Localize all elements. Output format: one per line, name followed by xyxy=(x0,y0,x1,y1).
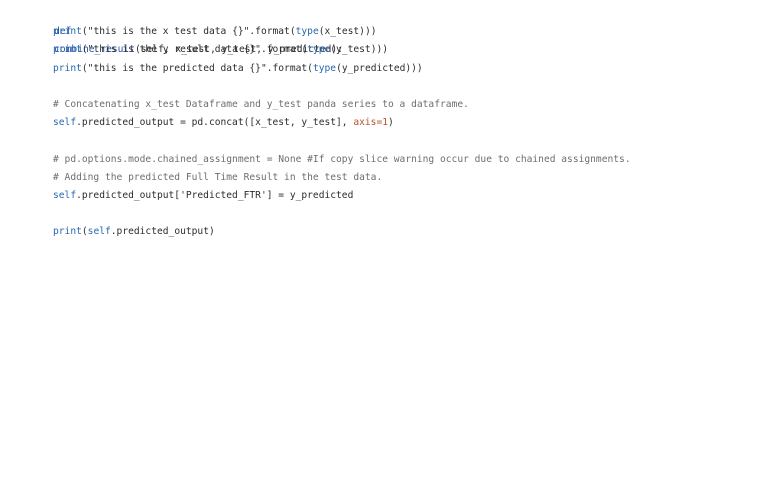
code-editor[interactable]: def combine_result(self, x_test, y_test,… xyxy=(0,0,768,480)
code-line-7[interactable]: self.predicted_output = pd.concat([x_tes… xyxy=(0,114,768,132)
code-line-2[interactable]: print("this is the x test data {}".forma… xyxy=(0,23,768,41)
code-line-11[interactable]: self.predicted_output['Predicted_FTR'] =… xyxy=(0,187,768,205)
code-line-4[interactable]: print("this is the predicted data {}".fo… xyxy=(0,60,768,78)
print-builtin: print xyxy=(53,26,82,38)
code-line-10[interactable]: # Adding the predicted Full Time Result … xyxy=(0,169,768,187)
print-builtin: print xyxy=(53,226,82,238)
self-keyword: self xyxy=(53,189,77,201)
call-args: (x_test))) xyxy=(318,26,377,38)
comment: # pd.options.mode.chained_assignment = N… xyxy=(53,153,631,165)
format-call: .format( xyxy=(260,44,308,56)
code-line-6[interactable]: # Concatenating x_test Dataframe and y_t… xyxy=(0,96,768,114)
code-line-13[interactable]: print(self.predicted_output) xyxy=(0,223,768,241)
call-args: (y_test))) xyxy=(330,44,389,56)
comment: # Concatenating x_test Dataframe and y_t… xyxy=(53,98,469,110)
format-call: .format( xyxy=(249,26,296,38)
type-builtin: type xyxy=(312,62,337,74)
call-args: (y_predicted))) xyxy=(336,62,423,74)
axis-kwarg: axis xyxy=(353,117,377,129)
string-literal: "this is the y result data {}" xyxy=(87,44,261,56)
code-line-12-blank[interactable] xyxy=(0,205,768,223)
type-builtin: type xyxy=(295,26,319,38)
type-builtin: type xyxy=(307,44,331,56)
code-line-8-blank[interactable] xyxy=(0,132,768,150)
string-literal: "this is the predicted data {}" xyxy=(87,62,267,74)
call-args: .predicted_output) xyxy=(110,226,215,238)
code-line-3[interactable]: print("this is the y result data {}".for… xyxy=(0,41,768,59)
self-keyword: self xyxy=(87,226,111,238)
comment: # Adding the predicted Full Time Result … xyxy=(53,171,383,183)
code-line-5-blank[interactable] xyxy=(0,78,768,96)
format-call: .format( xyxy=(266,62,313,74)
code-line-1[interactable]: def combine_result(self, x_test, y_test,… xyxy=(0,5,768,55)
print-builtin: print xyxy=(53,62,82,74)
assignment-expression: .predicted_output['Predicted_FTR'] = y_p… xyxy=(76,189,354,201)
print-builtin: print xyxy=(53,44,82,56)
assignment-expression: .predicted_output = pd.concat([x_test, y… xyxy=(76,117,354,129)
string-literal: "this is the x test data {}" xyxy=(87,26,250,38)
self-keyword: self xyxy=(53,117,77,129)
code-line-9[interactable]: # pd.options.mode.chained_assignment = N… xyxy=(0,151,768,169)
close-paren: ) xyxy=(388,117,394,129)
